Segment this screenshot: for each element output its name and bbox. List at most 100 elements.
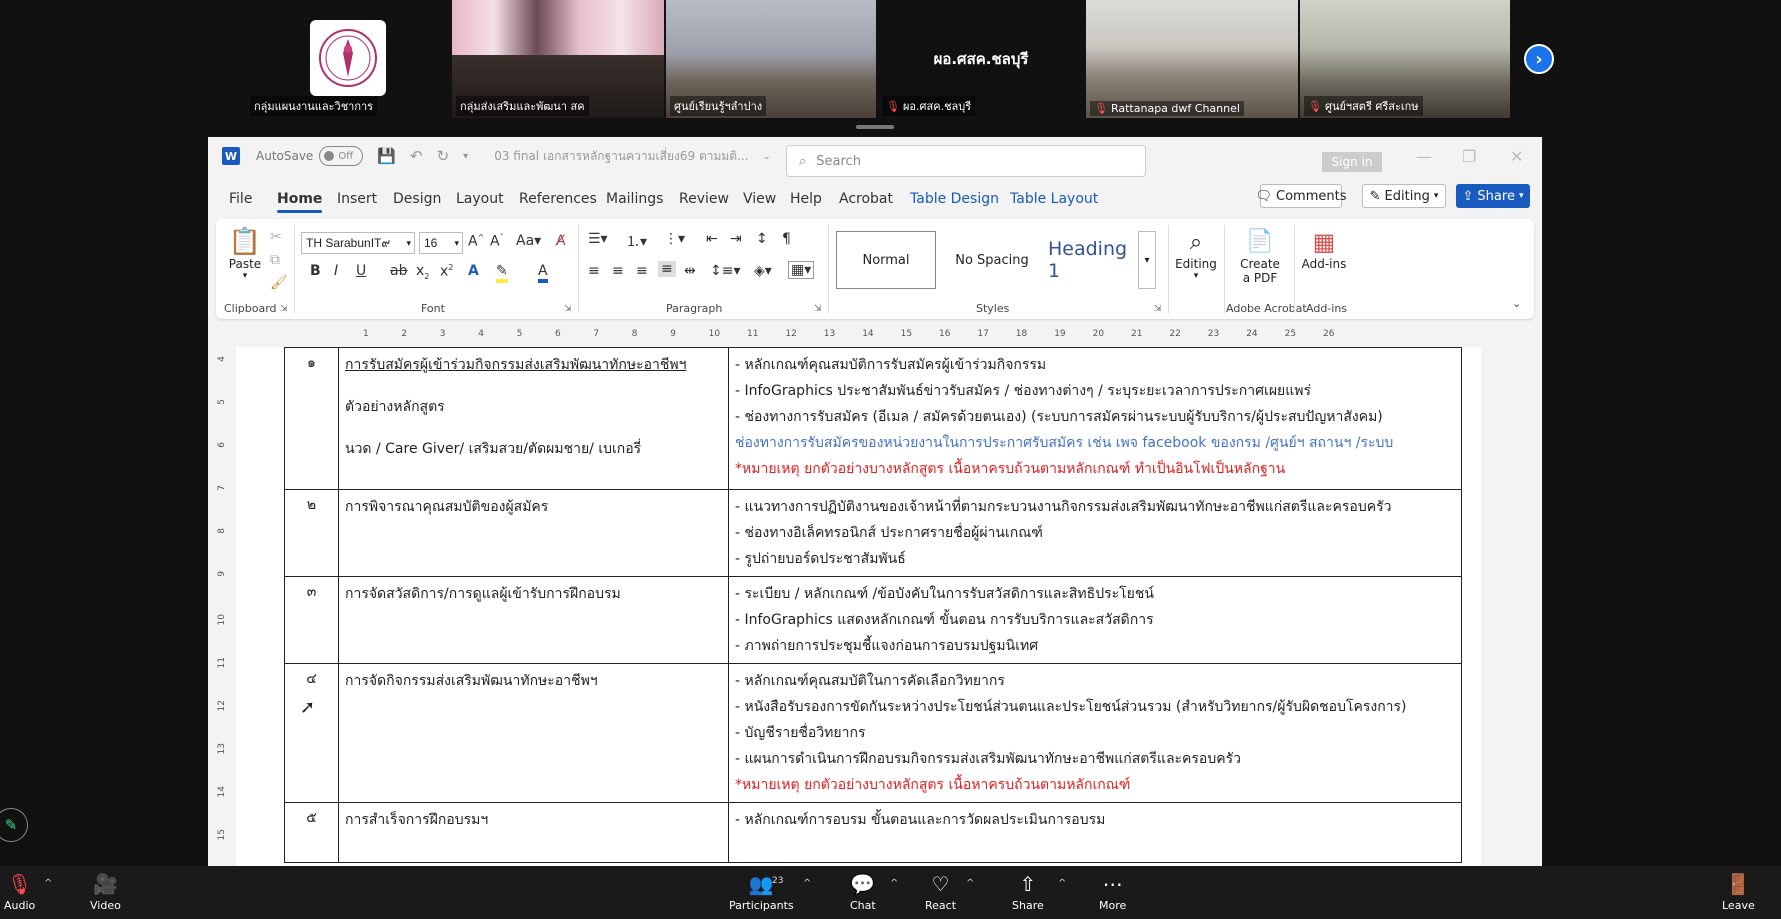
topic-cell[interactable]: การจัดสวัสดิการ/การดูแลผู้เข้ารับการฝึกอ…	[338, 576, 729, 664]
save-icon[interactable]: 💾	[377, 147, 396, 165]
share-screen-button[interactable]: ⇧ Share	[1012, 872, 1044, 912]
numbering-icon[interactable]: ⒈▾	[626, 231, 647, 251]
topic-cell[interactable]: การรับสมัครผู้เข้าร่วมกิจกรรมส่งเสริมพัฒ…	[338, 347, 729, 490]
share-button[interactable]: ⇪ Share ▾	[1456, 184, 1530, 208]
annotate-pen-icon[interactable]: ✎	[0, 808, 28, 842]
topic-cell[interactable]: การพิจารณาคุณสมบัติของผู้สมัคร	[338, 489, 729, 577]
change-case-icon[interactable]: Aa▾	[516, 233, 541, 249]
copy-icon[interactable]: ⧉	[270, 252, 280, 268]
tab-acrobat[interactable]: Acrobat	[839, 191, 893, 207]
participants-options-chevron-icon[interactable]: ^	[803, 878, 811, 889]
dialog-launcher-icon[interactable]: ⇲	[280, 304, 288, 314]
text-effects-icon[interactable]: A	[468, 263, 479, 279]
dialog-launcher-icon[interactable]: ⇲	[814, 304, 822, 314]
participants-button[interactable]: 👥 Participants	[729, 872, 794, 912]
style-no-spacing[interactable]: No Spacing	[940, 231, 1044, 289]
leave-button[interactable]: 🚪 Leave	[1722, 872, 1755, 912]
tab-help[interactable]: Help	[790, 191, 822, 207]
item-number[interactable]: ๔	[284, 663, 339, 803]
superscript-icon[interactable]: x2	[440, 263, 453, 280]
bold-icon[interactable]: B	[310, 263, 321, 279]
editing-button[interactable]: ⌕ Editing ▾	[1174, 229, 1218, 281]
comments-button[interactable]: 🗨 Comments	[1256, 184, 1347, 208]
table-row[interactable]: ๕ การสำเร็จการฝึกอบรมฯ - หลักเกณฑ์การอบรม …	[284, 802, 1462, 863]
align-left-icon[interactable]: ≡	[588, 263, 600, 279]
item-number[interactable]: ๒	[284, 489, 339, 577]
align-right-icon[interactable]: ≡	[636, 263, 648, 279]
font-color-icon[interactable]: A	[538, 263, 548, 283]
participant-tile[interactable]: ผอ.ศสค.ชลบุรี 🎙 ผอ.ศสค.ชลบุรี	[878, 0, 1084, 118]
font-size-select[interactable]: 16 ▾	[419, 232, 463, 254]
evidence-cell[interactable]: - ระเบียบ / หลักเกณฑ์ /ข้อบังคับในการรับ…	[728, 576, 1462, 664]
document-page[interactable]: ๑ การรับสมัครผู้เข้าร่วมกิจกรรมส่งเสริมพั…	[236, 347, 1481, 866]
dialog-launcher-icon[interactable]: ⇲	[564, 304, 572, 314]
styles-gallery-expand-icon[interactable]: ▾	[1138, 231, 1156, 289]
audio-options-chevron-icon[interactable]: ^	[44, 878, 52, 889]
bullets-icon[interactable]: ☰▾	[588, 231, 608, 247]
paste-button[interactable]: 📋 Paste ▾	[228, 227, 262, 281]
evidence-table[interactable]: ๑ การรับสมัครผู้เข้าร่วมกิจกรรมส่งเสริมพั…	[284, 347, 1462, 863]
more-button[interactable]: ⋯ More	[1099, 872, 1126, 912]
next-page-arrow-icon[interactable]: ›	[1524, 44, 1554, 74]
subscript-icon[interactable]: x2	[416, 263, 429, 281]
table-row[interactable]: ๑ การรับสมัครผู้เข้าร่วมกิจกรรมส่งเสริมพั…	[284, 347, 1462, 490]
increase-indent-icon[interactable]: ⇥	[730, 231, 742, 247]
vertical-ruler[interactable]: 4 5 6 7 8 9 10 11 12 13 14 15	[216, 352, 230, 866]
dialog-launcher-icon[interactable]: ⇲	[1154, 304, 1162, 314]
table-row[interactable]: ๔ การจัดกิจกรรมส่งเสริมพัฒนาทักษะอาชีพฯ - …	[284, 663, 1462, 803]
strikethrough-icon[interactable]: ab	[390, 263, 407, 279]
highlight-icon[interactable]: ✎	[496, 263, 508, 283]
horizontal-ruler[interactable]: 1 2 3 4 5 6 7 8 9 10 11 12 13 14 15 16 17 18 19 20 21 22 23 24 2…	[220, 326, 1530, 344]
participant-tile[interactable]: 🎙 Rattanapa dwf Channel	[1086, 0, 1298, 118]
add-ins-button[interactable]: ▦ Add-ins	[1298, 227, 1350, 271]
customize-toolbar-icon[interactable]: ▾	[463, 151, 468, 162]
chat-button[interactable]: 💬 Chat	[850, 872, 876, 912]
tab-layout[interactable]: Layout	[456, 191, 504, 207]
participant-tile[interactable]: ศูนย์เรียนรู้ฯลำปาง	[666, 0, 876, 118]
style-normal[interactable]: Normal	[836, 231, 936, 289]
cut-icon[interactable]: ✂	[270, 229, 282, 245]
react-options-chevron-icon[interactable]: ^	[966, 878, 974, 889]
close-icon[interactable]: ✕	[1510, 147, 1523, 166]
font-name-select[interactable]: TH SarabunIT๙ ▾	[301, 232, 415, 254]
evidence-cell[interactable]: - หลักเกณฑ์คุณสมบัติการรับสมัครผู้เข้าร่…	[728, 347, 1462, 490]
table-row[interactable]: ๒ การพิจารณาคุณสมบัติของผู้สมัคร - แนวทางก…	[284, 489, 1462, 577]
search-input[interactable]: ⌕ Search	[786, 145, 1146, 177]
autosave-toggle[interactable]: Off	[319, 146, 364, 166]
create-pdf-button[interactable]: 📄 Create a PDF	[1232, 227, 1288, 285]
tab-file[interactable]: File	[229, 191, 252, 207]
underline-icon[interactable]: U	[356, 263, 366, 279]
strip-drag-handle[interactable]	[856, 125, 894, 129]
sort-icon[interactable]: ↕	[756, 231, 768, 247]
align-center-icon[interactable]: ≡	[612, 263, 624, 279]
evidence-cell[interactable]: - แนวทางการปฏิบัติงานของเจ้าหน้าที่ตามกร…	[728, 489, 1462, 577]
italic-icon[interactable]: I	[334, 263, 338, 279]
decrease-indent-icon[interactable]: ⇤	[706, 231, 718, 247]
participant-tile-active-speaker[interactable]: กลุ่มส่งเสริมและพัฒนา สค	[452, 0, 664, 118]
show-formatting-icon[interactable]: ¶	[782, 231, 791, 247]
react-button[interactable]: ♡ React	[925, 872, 956, 912]
evidence-cell[interactable]: - หลักเกณฑ์การอบรม ขั้นตอนและการวัดผลประ…	[728, 802, 1462, 863]
participant-tile[interactable]: 🎙 ศูนย์ฯสตรี ศรีสะเกษ	[1300, 0, 1510, 118]
tab-insert[interactable]: Insert	[337, 191, 377, 207]
shading-icon[interactable]: ◈▾	[754, 263, 772, 279]
minimize-icon[interactable]: —	[1416, 147, 1432, 166]
format-painter-icon[interactable]: 🖌	[270, 275, 288, 291]
borders-icon[interactable]: ▦▾	[788, 261, 815, 279]
shrink-font-icon[interactable]: Aˇ	[490, 233, 504, 250]
collapse-ribbon-icon[interactable]: ⌄	[1512, 297, 1521, 310]
multilevel-list-icon[interactable]: ⋮▾	[664, 231, 685, 247]
chevron-down-icon[interactable]: ⌄	[763, 151, 771, 162]
redo-icon[interactable]: ↻	[437, 147, 450, 165]
tab-references[interactable]: References	[519, 191, 597, 207]
tab-home[interactable]: Home	[277, 191, 323, 213]
sign-in-button[interactable]: Sign in	[1322, 152, 1382, 172]
table-row[interactable]: ๓ การจัดสวัสดิการ/การดูแลผู้เข้ารับการฝึก…	[284, 576, 1462, 664]
chat-options-chevron-icon[interactable]: ^	[890, 878, 898, 889]
grow-font-icon[interactable]: A^	[468, 233, 484, 250]
style-heading-1[interactable]: Heading 1	[1048, 231, 1138, 289]
evidence-cell[interactable]: - หลักเกณฑ์คุณสมบัติในการคัดเลือกวิทยากร…	[728, 663, 1462, 803]
justify-icon[interactable]: ≡	[658, 261, 676, 277]
maximize-icon[interactable]: ❐	[1462, 147, 1476, 166]
participant-tile[interactable]: กลุ่มแผนงานและวิชาการ	[246, 0, 450, 118]
